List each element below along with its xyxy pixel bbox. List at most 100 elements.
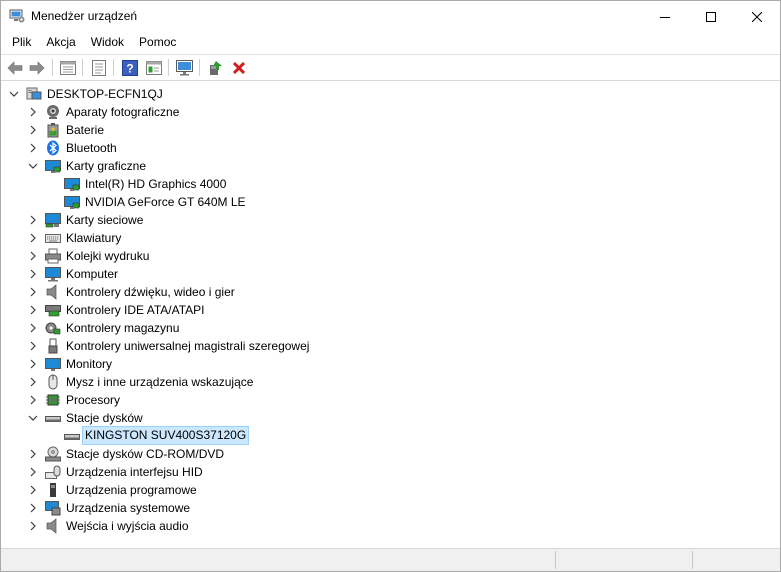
tree-item-label: Urządzenia programowe (66, 483, 197, 497)
tree-item-label: Kontrolery magazynu (66, 321, 180, 335)
back-button[interactable] (6, 59, 24, 76)
disk-drive-icon (45, 410, 61, 426)
tree-item-label: Kontrolery uniwersalnej magistrali szere… (66, 339, 310, 353)
chevron-right-icon[interactable] (27, 304, 39, 316)
minimize-icon (660, 16, 670, 18)
chevron-right-icon[interactable] (27, 376, 39, 388)
usb-icon (45, 338, 61, 354)
menu-action[interactable]: Akcja (38, 32, 82, 53)
maximize-icon (706, 11, 716, 22)
hid-icon (45, 464, 61, 480)
chevron-down-icon[interactable] (27, 160, 39, 172)
chevron-right-icon[interactable] (27, 268, 39, 280)
chevron-right-icon[interactable] (27, 232, 39, 244)
toolbar-separator (113, 59, 114, 76)
window-title: Menedżer urządzeń (31, 9, 138, 23)
close-icon (752, 11, 762, 22)
chevron-right-icon[interactable] (27, 466, 39, 478)
properties-view-icon (60, 60, 76, 75)
tree-item-label: Kontrolery IDE ATA/ATAPI (66, 303, 205, 317)
update-driver-icon (210, 60, 222, 75)
tree-item-label: Mysz i inne urządzenia wskazujące (66, 375, 254, 389)
display-adapter-icon (64, 194, 80, 210)
system-device-icon (45, 500, 61, 516)
tree-item-label: Urządzenia systemowe (66, 501, 191, 515)
chevron-right-icon[interactable] (27, 286, 39, 298)
camera-icon (45, 104, 61, 120)
processor-icon (45, 392, 61, 408)
tree-item-label: Aparaty fotograficzne (66, 105, 180, 119)
monitor-scan-icon (176, 59, 193, 75)
uninstall-device-icon (232, 61, 246, 74)
device-tree: DESKTOP-ECFN1QJ Aparaty fotograficzne Ba… (1, 81, 780, 547)
properties-view-button[interactable] (59, 59, 77, 76)
tree-child-label-selected: KINGSTON SUV400S37120G (82, 426, 250, 445)
storage-controller-icon (45, 320, 61, 336)
menu-file[interactable]: Plik (1, 32, 38, 53)
help-icon: ? (122, 59, 138, 76)
status-divider (692, 551, 694, 569)
chevron-right-icon[interactable] (27, 106, 39, 118)
chevron-right-icon[interactable] (27, 250, 39, 262)
title-bar: Menedżer urządzeń (1, 1, 780, 32)
tree-item-label: Wejścia i wyjścia audio (66, 519, 189, 533)
tree-item-label: Stacje dysków (66, 411, 143, 425)
tree-item-label: Karty sieciowe (66, 213, 144, 227)
close-button[interactable] (734, 1, 780, 32)
tree-item-label: Klawiatury (66, 231, 122, 245)
status-bar (1, 548, 780, 571)
chevron-right-icon[interactable] (27, 340, 39, 352)
chevron-right-icon[interactable] (27, 448, 39, 460)
forward-button[interactable] (28, 59, 46, 76)
svg-text:?: ? (126, 61, 133, 75)
scan-hardware-button[interactable] (176, 59, 194, 76)
software-device-icon (45, 482, 61, 498)
help-button[interactable]: ? (121, 59, 139, 76)
status-divider (555, 551, 557, 569)
resource-view-icon (146, 60, 162, 75)
uninstall-device-button[interactable] (230, 59, 248, 76)
chevron-right-icon[interactable] (27, 142, 39, 154)
menu-help[interactable]: Pomoc (131, 32, 183, 53)
tree-item-label: Stacje dysków CD-ROM/DVD (66, 447, 225, 461)
menu-bar: Plik Akcja Widok Pomoc (1, 32, 780, 53)
resource-view-button[interactable] (145, 59, 163, 76)
toolbar-separator (52, 59, 53, 76)
tree-item-label: Urządzenia interfejsu HID (66, 465, 203, 479)
disk-drive-icon (64, 428, 80, 444)
tree-child-label: NVIDIA GeForce GT 640M LE (85, 195, 246, 209)
toolbar: ? (1, 54, 780, 81)
device-manager-window: Menedżer urządzeń Plik Akcja Widok Pomoc (0, 0, 781, 572)
tree-item-label: Karty graficzne (66, 159, 147, 173)
chevron-right-icon[interactable] (27, 484, 39, 496)
chevron-right-icon[interactable] (27, 520, 39, 532)
chevron-right-icon[interactable] (27, 214, 39, 226)
update-driver-button[interactable] (207, 59, 225, 76)
chevron-right-icon[interactable] (27, 322, 39, 334)
toolbar-separator (82, 59, 83, 76)
computer-icon (45, 266, 61, 282)
maximize-button[interactable] (688, 1, 734, 32)
chevron-right-icon[interactable] (27, 358, 39, 370)
chevron-right-icon[interactable] (27, 394, 39, 406)
tree-child-label: Intel(R) HD Graphics 4000 (85, 177, 227, 191)
chevron-right-icon[interactable] (27, 124, 39, 136)
chevron-down-icon[interactable] (27, 412, 39, 424)
chevron-down-icon[interactable] (8, 88, 20, 100)
bluetooth-icon (45, 140, 61, 156)
chevron-right-icon[interactable] (27, 502, 39, 514)
back-arrow-icon (7, 60, 23, 75)
tree-item-label: Kolejki wydruku (66, 249, 150, 263)
tree-item-label: Baterie (66, 123, 105, 137)
ide-controller-icon (45, 302, 61, 318)
tree-item-label: Komputer (66, 267, 119, 281)
toolbar-separator (168, 59, 169, 76)
display-adapter-icon (64, 176, 80, 192)
keyboard-icon (45, 230, 61, 246)
toolbar-separator (199, 59, 200, 76)
audio-io-icon (45, 518, 61, 534)
minimize-button[interactable] (642, 1, 688, 32)
menu-view[interactable]: Widok (83, 32, 131, 53)
properties-sheet-button[interactable] (90, 59, 108, 76)
speaker-icon (45, 284, 61, 300)
